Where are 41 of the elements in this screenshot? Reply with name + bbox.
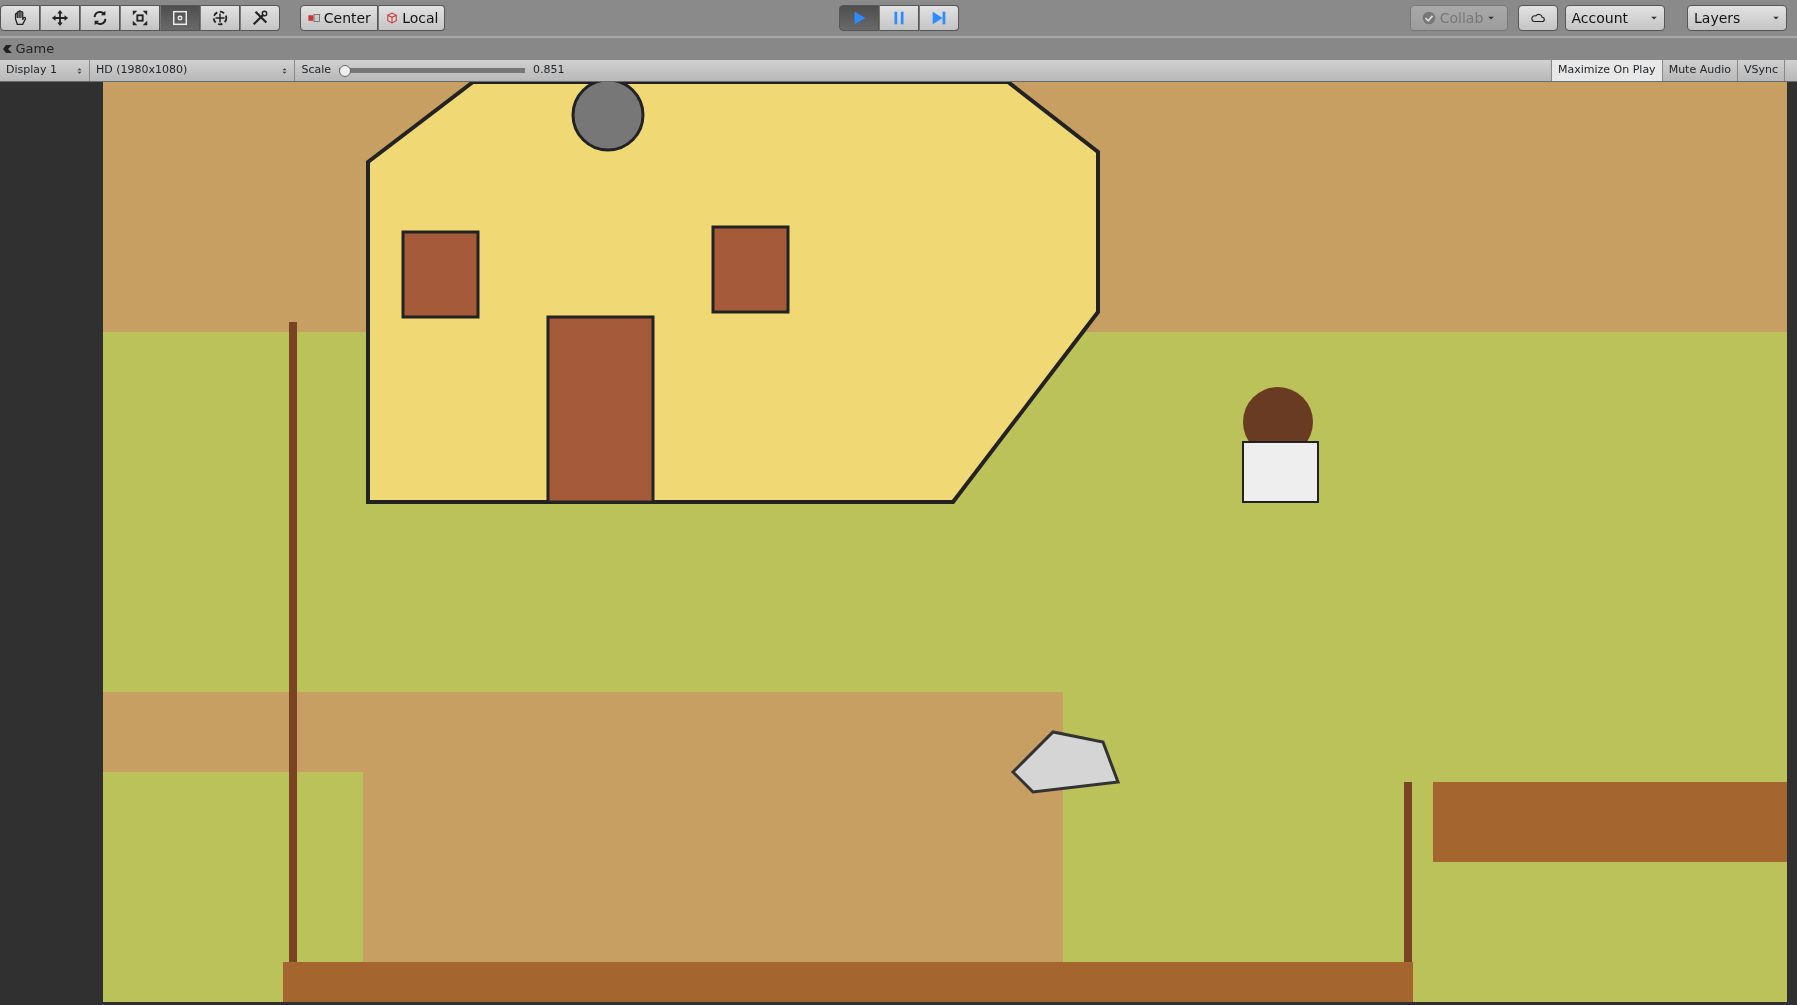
toggle-button[interactable]: Mute Audio (1661, 60, 1737, 81)
cube-icon (384, 11, 399, 25)
wrench-pencil-icon (251, 9, 269, 27)
tool-button[interactable] (0, 5, 40, 31)
caret-icon (1772, 14, 1780, 22)
updown-arrows-icon (281, 65, 288, 76)
slider-thumb[interactable] (339, 64, 352, 77)
caret-icon (1486, 14, 1495, 22)
transform-icon (211, 9, 229, 27)
updown-arrows-icon (76, 65, 83, 76)
cloud-icon (1529, 11, 1547, 25)
play-button[interactable] (839, 5, 880, 31)
tool-button[interactable] (40, 5, 80, 31)
toggle-button[interactable]: VSync (1736, 60, 1784, 81)
check-icon (1422, 11, 1437, 25)
pivot-toggle[interactable]: Center (299, 5, 378, 31)
game-tab-icon (3, 44, 13, 54)
rect-tool-icon (171, 9, 189, 27)
toggle-button[interactable]: Maximize On Play (1550, 60, 1662, 81)
layers-dropdown[interactable]: Layers (1687, 5, 1787, 31)
tab-title[interactable]: Game (15, 39, 55, 59)
pause-button[interactable] (879, 5, 920, 31)
scale-label: Scale (301, 62, 332, 79)
scale-value: 0.851 (533, 62, 565, 79)
pivot-icon (306, 11, 321, 25)
display-dropdown[interactable]: Display 1 (0, 60, 90, 81)
caret-icon (1649, 14, 1658, 22)
scale-icon (131, 9, 149, 27)
tool-button[interactable] (120, 5, 160, 31)
cloud-button[interactable] (1518, 5, 1558, 31)
pivot-toggle[interactable]: Local (377, 5, 446, 31)
tool-button[interactable] (240, 5, 280, 31)
tool-button[interactable] (200, 5, 240, 31)
step-button[interactable] (919, 5, 960, 31)
tool-button[interactable] (160, 5, 200, 31)
rotate-icon (91, 9, 109, 27)
account-dropdown[interactable]: Account (1564, 5, 1665, 31)
tool-button[interactable] (80, 5, 120, 31)
move-arrows-icon (51, 9, 69, 27)
resolution-dropdown[interactable]: HD (1980x1080) (90, 60, 295, 81)
scale-slider[interactable] (339, 63, 526, 78)
